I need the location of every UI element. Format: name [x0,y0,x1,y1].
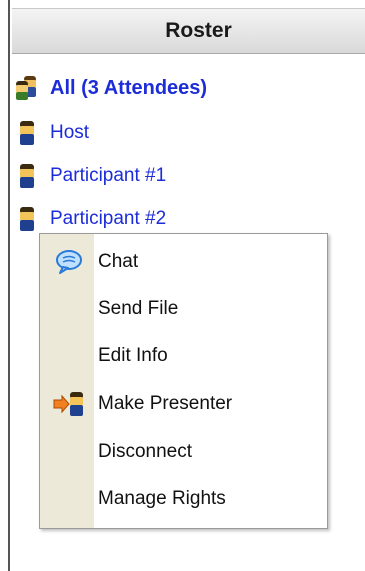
roster-item-label: Participant #2 [50,208,167,229]
menu-item-label: Edit Info [98,345,168,366]
context-menu: Chat Send File Edit Info Make Presenter … [39,233,328,529]
person-icon [20,121,34,145]
chat-bubble-icon [50,247,88,277]
roster-item-participant-1[interactable]: Participant #1 [14,161,166,191]
menu-item-make-presenter[interactable]: Make Presenter [40,382,327,426]
roster-header: Roster [12,8,365,54]
panel-left-border [8,0,10,571]
make-presenter-icon [50,389,88,419]
menu-item-send-file[interactable]: Send File [40,287,327,331]
roster-item-label: Host [50,122,90,143]
group-icon [16,76,36,100]
menu-item-edit-info[interactable]: Edit Info [40,334,327,378]
menu-item-chat[interactable]: Chat [40,240,327,284]
person-icon [20,207,34,231]
menu-item-manage-rights[interactable]: Manage Rights [40,477,327,521]
roster-item-label: Participant #1 [50,165,167,186]
menu-item-label: Manage Rights [98,488,226,509]
roster-item-label: All (3 Attendees) [50,76,208,99]
roster-item-all[interactable]: All (3 Attendees) [14,73,207,103]
roster-panel: Roster All (3 Attendees) Host Participan… [0,0,365,571]
roster-item-host[interactable]: Host [14,118,89,148]
menu-item-label: Chat [98,251,139,272]
menu-item-label: Send File [98,298,179,319]
menu-item-disconnect[interactable]: Disconnect [40,430,327,474]
roster-item-participant-2[interactable]: Participant #2 [14,204,166,234]
menu-item-label: Make Presenter [98,393,233,414]
person-icon [20,164,34,188]
roster-title: Roster [165,19,232,42]
menu-item-label: Disconnect [98,441,192,462]
